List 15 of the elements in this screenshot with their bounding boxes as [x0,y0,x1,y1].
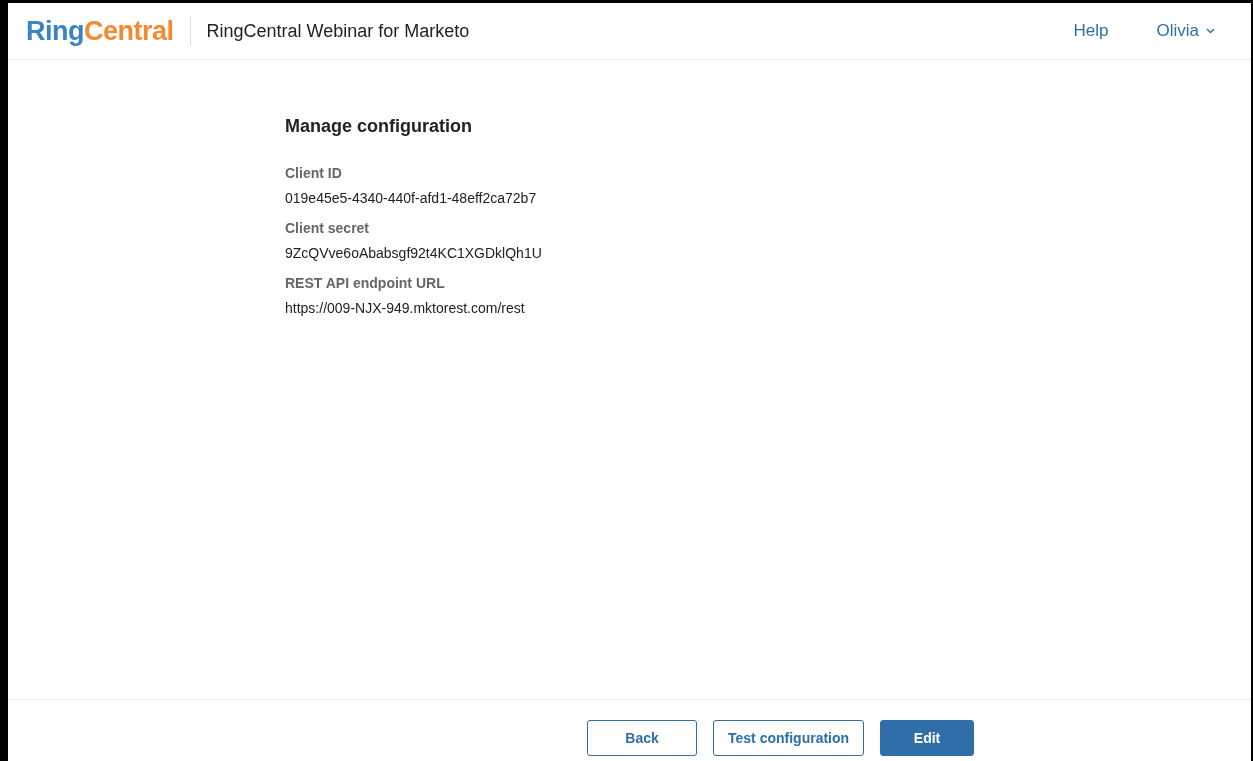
caret-icon [1206,28,1215,34]
field-value: https://009-NJX-949.mktorest.com/rest [285,300,526,316]
user-menu[interactable]: Olivia [1156,21,1215,41]
field-label: REST API endpoint URL [285,275,446,291]
back-button[interactable]: Back [587,720,697,756]
field-label: Client ID [285,165,343,181]
test-configuration-button[interactable]: Test configuration [713,720,865,756]
field-label: Client secret [285,220,371,236]
page-title: Manage configuration [285,116,473,137]
app-title: RingCentral Webinar for Marketo [206,20,470,42]
field-value: 9ZcQVve6oAbabsgf92t4KC1XGDklQh1U [285,245,543,261]
logo: RingCentral [26,15,174,47]
help-link[interactable]: Help [1073,21,1109,41]
edit-button[interactable]: Edit [880,720,975,756]
field-value: 019e45e5-4340-440f-afd1-48eff2ca72b7 [285,190,538,206]
